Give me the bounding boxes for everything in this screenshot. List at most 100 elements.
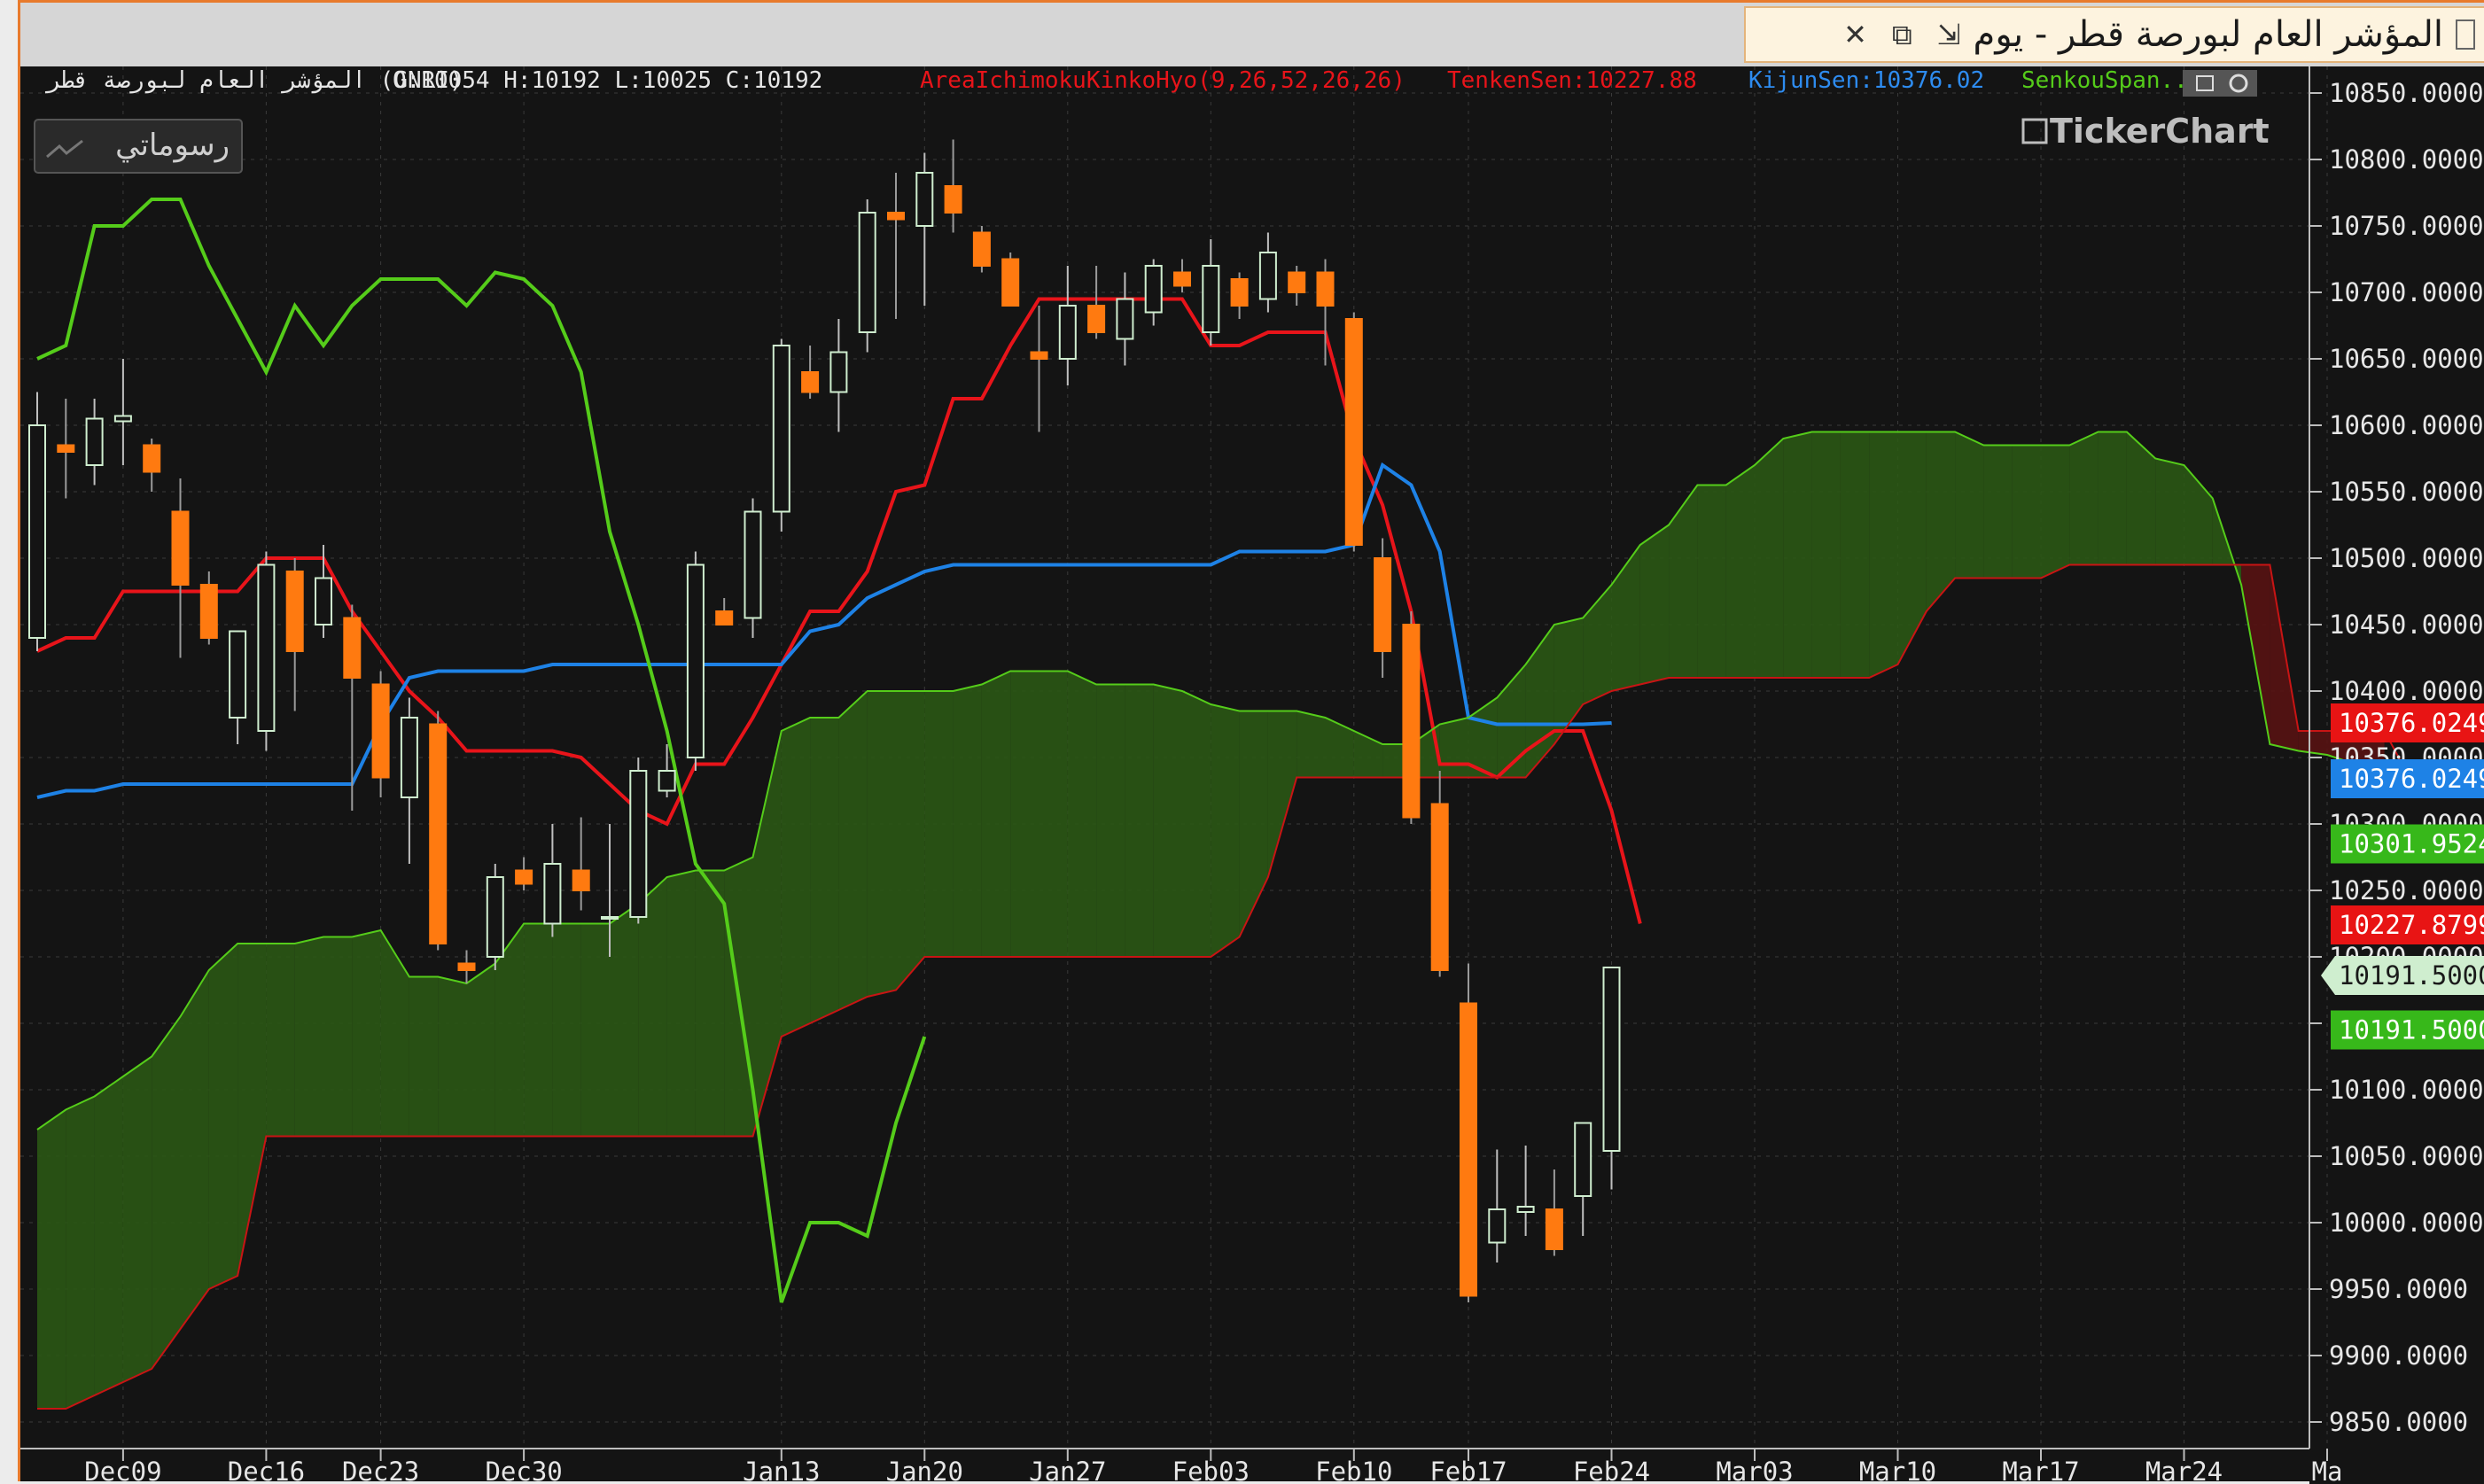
y-tick-label: 10500.0000: [2329, 543, 2484, 573]
window-tab[interactable]: ✕ ⧉ ⇲ المؤشر العام لبورصة قطر - يوم: [1744, 6, 2484, 63]
candle-up: [28, 424, 46, 639]
candle-up: [486, 876, 504, 958]
pin-icon[interactable]: ⇲: [1937, 18, 1961, 51]
candle-up: [629, 770, 648, 918]
indicator-label: AreaIchimokuKinkoHyo(9,26,52,26,26): [920, 67, 1406, 94]
y-tick-label: 10800.0000: [2329, 144, 2484, 175]
x-tick-label: Mar03: [1716, 1457, 1793, 1484]
cloud-segment: [695, 870, 725, 1137]
cloud-segment: [122, 1056, 152, 1382]
candle-down: [57, 444, 75, 453]
y-tick-label: 9850.0000: [2329, 1407, 2468, 1437]
restore-icon[interactable]: ⧉: [1892, 18, 1912, 52]
cloud-segment: [2155, 458, 2184, 565]
tenkan-label: TenkenSen:10227.88: [1447, 67, 1697, 94]
cloud-segment: [37, 1109, 66, 1409]
candle-down: [515, 869, 533, 885]
price-label: 10191.5000: [2339, 960, 2484, 991]
cloud-segment: [1725, 465, 1755, 678]
cloud-segment: [1869, 431, 1898, 678]
candle-up: [915, 172, 934, 227]
candle-up: [1574, 1122, 1592, 1197]
x-tick-label: Jan20: [886, 1457, 963, 1484]
cloud-segment: [2098, 431, 2127, 565]
cloud-segment: [352, 930, 381, 1137]
candle-up: [1058, 305, 1077, 360]
y-tick-label: 10700.0000: [2329, 277, 2484, 307]
y-tick-label: 10750.0000: [2329, 211, 2484, 241]
x-tick-label: Feb03: [1172, 1457, 1250, 1484]
cloud-segment: [409, 976, 439, 1137]
cloud-segment: [94, 1076, 123, 1395]
drawings-button-label: رسوماتي: [115, 128, 230, 163]
y-tick-label: 10850.0000: [2329, 78, 2484, 108]
candle-up: [229, 630, 247, 719]
candle-up: [113, 415, 132, 423]
candle-down: [285, 571, 304, 652]
cloud-segment: [896, 691, 925, 991]
price-label: 10227.8799: [2339, 910, 2484, 940]
cloud-segment: [1067, 671, 1097, 957]
candle-down: [801, 371, 820, 393]
candle-down: [171, 510, 190, 586]
close-icon[interactable]: ✕: [1843, 18, 1867, 51]
cloud-segment: [1182, 691, 1211, 957]
x-tick-label: Mar24: [2145, 1457, 2223, 1484]
x-tick-label: Feb10: [1315, 1457, 1392, 1484]
candle-down: [1230, 278, 1249, 307]
tab-box-icon: [2456, 19, 2475, 50]
x-tick-label: Dec09: [84, 1457, 161, 1484]
x-tick-label: Jan13: [743, 1457, 820, 1484]
candle-down: [457, 962, 476, 971]
x-tick-label: Dec16: [228, 1457, 305, 1484]
y-tick-label: 10600.0000: [2329, 410, 2484, 440]
y-tick-label: 10450.0000: [2329, 610, 2484, 640]
candle-up: [1516, 1206, 1535, 1213]
candle-down: [972, 231, 991, 267]
candle-up: [1602, 967, 1621, 1152]
cloud-segment: [810, 718, 839, 1023]
cloud-segment: [438, 976, 467, 1137]
cloud-segment: [1639, 524, 1670, 685]
candle-down: [1460, 1002, 1477, 1297]
candle-down: [715, 610, 734, 625]
cloud-segment: [208, 944, 238, 1289]
cloud-segment: [180, 970, 209, 1329]
candle-down: [371, 683, 390, 779]
candle-up: [400, 717, 418, 798]
cloud-segment: [1211, 704, 1240, 957]
x-tick-label: Mar17: [2002, 1457, 2079, 1484]
x-tick-label: Dec23: [342, 1457, 419, 1484]
candle-down: [1430, 803, 1449, 971]
price-label: 10376.0249: [2339, 708, 2484, 738]
cloud-segment: [1783, 431, 1812, 678]
candle-up: [1202, 265, 1220, 333]
cloud-segment: [66, 1096, 95, 1409]
y-tick-label: 10650.0000: [2329, 344, 2484, 374]
cloud-segment: [1755, 439, 1784, 678]
cloud-segment: [1439, 718, 1468, 778]
watermark: TickerChart: [2050, 112, 2270, 151]
cloud-segment: [1955, 431, 1984, 579]
cloud-segment: [152, 1016, 181, 1369]
candle-up: [1144, 265, 1163, 314]
cloud-segment: [294, 936, 323, 1137]
cloud-segment: [1125, 684, 1154, 957]
candle-down: [1344, 318, 1363, 546]
candle-down: [1087, 305, 1106, 333]
candle-up: [829, 351, 848, 393]
y-tick-label: 10000.0000: [2329, 1208, 2484, 1238]
candle-down: [1402, 624, 1421, 819]
senkou-label: SenkouSpan...: [2021, 67, 2202, 94]
cloud-segment: [1297, 711, 1326, 778]
candle-up: [85, 417, 104, 466]
x-tick-label: Jan27: [1029, 1457, 1106, 1484]
cloud-segment: [1153, 684, 1182, 957]
x-tick-label: Feb17: [1429, 1457, 1507, 1484]
chart[interactable]: 10850.0000 10800.0000 10750.0000 10700.0000…: [20, 66, 2484, 1484]
x-tick-label: Feb24: [1573, 1457, 1650, 1484]
cloud-segment: [1096, 684, 1125, 957]
cloud-segment: [466, 963, 495, 1137]
cloud-segment: [323, 936, 353, 1137]
candle-down: [1288, 271, 1306, 293]
